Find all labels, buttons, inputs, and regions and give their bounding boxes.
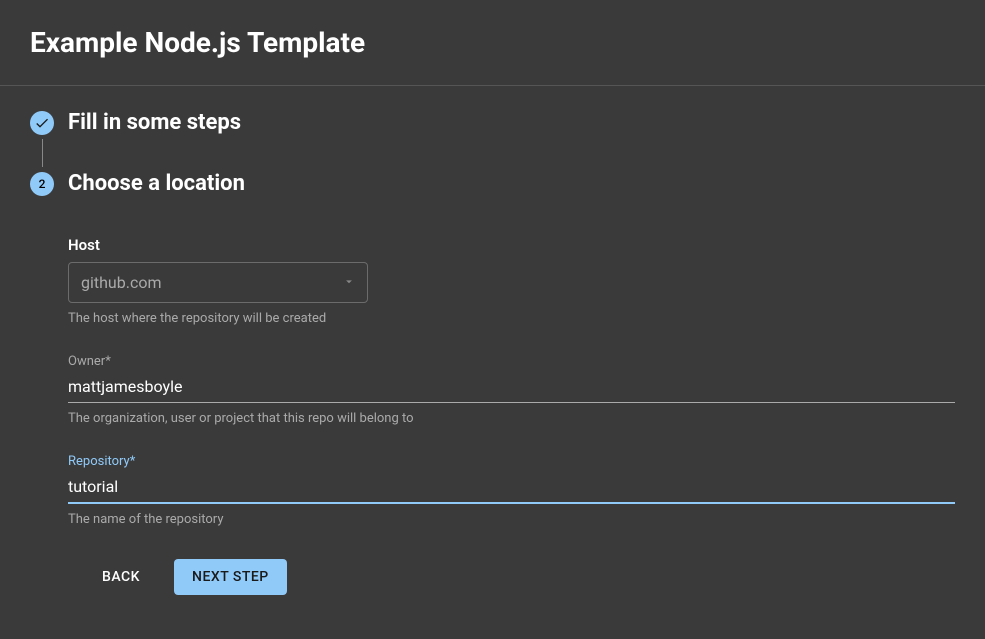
back-button[interactable]: BACK bbox=[84, 559, 158, 595]
step-1: Fill in some steps bbox=[30, 110, 955, 135]
page-title: Example Node.js Template bbox=[30, 26, 955, 59]
stepper: Fill in some steps 2 Choose a location H… bbox=[30, 110, 955, 595]
repository-label: Repository* bbox=[68, 454, 955, 469]
owner-helper: The organization, user or project that t… bbox=[68, 411, 955, 426]
host-select[interactable]: github.com bbox=[68, 262, 368, 303]
button-row: BACK NEXT STEP bbox=[68, 559, 955, 595]
step-2-title: Choose a location bbox=[68, 171, 245, 196]
step-2: 2 Choose a location bbox=[30, 171, 955, 196]
repository-field: Repository* The name of the repository bbox=[68, 454, 955, 527]
repository-input[interactable] bbox=[68, 473, 955, 504]
repository-helper: The name of the repository bbox=[68, 512, 955, 527]
owner-label: Owner* bbox=[68, 354, 955, 369]
check-icon bbox=[30, 111, 54, 135]
step-connector bbox=[42, 139, 43, 167]
step-2-indicator: 2 bbox=[30, 172, 54, 196]
step-1-title: Fill in some steps bbox=[68, 110, 241, 135]
host-helper: The host where the repository will be cr… bbox=[68, 311, 955, 326]
host-field: Host github.com The host where the repos… bbox=[68, 236, 955, 326]
next-step-button[interactable]: NEXT STEP bbox=[174, 559, 287, 595]
owner-input[interactable] bbox=[68, 373, 955, 403]
owner-field: Owner* The organization, user or project… bbox=[68, 354, 955, 426]
host-label: Host bbox=[68, 236, 955, 254]
page-header: Example Node.js Template bbox=[0, 0, 985, 86]
